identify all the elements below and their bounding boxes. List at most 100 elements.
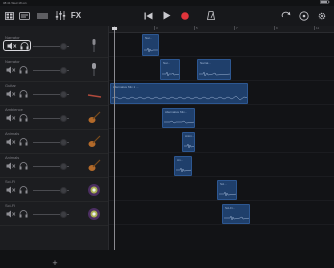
region-name: Alternative Mix 1 ... [113, 85, 139, 89]
guitar-icon [86, 134, 102, 150]
my-songs-icon[interactable] [4, 9, 14, 22]
track-header-5[interactable]: Animals [0, 154, 108, 178]
waveform [164, 120, 194, 124]
solo-headphones-icon[interactable] [19, 41, 30, 50]
solo-headphones-icon[interactable] [18, 113, 29, 122]
pan-knob[interactable] [60, 43, 67, 50]
mute-speaker-icon[interactable] [5, 65, 16, 74]
waveform [176, 167, 191, 173]
track-row-divider [109, 224, 334, 225]
solo-headphones-icon[interactable] [18, 65, 29, 74]
mute-speaker-icon[interactable] [5, 113, 16, 122]
play-icon[interactable] [162, 9, 172, 22]
synth-icon [86, 182, 102, 198]
track-row-divider [109, 56, 334, 57]
audio-region[interactable]: Alternative Mix... [162, 108, 195, 128]
region-name: Narrat... [200, 61, 211, 65]
tracks-view-icon[interactable] [36, 9, 48, 22]
guitar-icon [86, 110, 102, 126]
mixer-icon[interactable] [54, 9, 66, 22]
waveform [224, 215, 249, 221]
ruler-number: 7 [236, 26, 238, 30]
track-header-0[interactable]: Narrator [0, 34, 108, 58]
track-header-7[interactable]: Sci-Fi [0, 202, 108, 226]
audio-region[interactable]: Sci... [217, 180, 237, 200]
mute-speaker-icon[interactable] [6, 41, 17, 50]
ruler-tick [194, 26, 195, 30]
audio-region[interactable]: Sci-Fi... [222, 204, 250, 224]
fx-button[interactable]: FX [70, 9, 82, 22]
track-controls [3, 184, 31, 195]
toolbar: FX [0, 6, 334, 26]
ruler-number: 9 [276, 26, 278, 30]
waveform [112, 95, 247, 101]
audio-region[interactable]: Nar... [142, 34, 159, 56]
region-name: Sci-Fi... [225, 206, 236, 210]
mute-speaker-icon[interactable] [5, 89, 16, 98]
audio-region[interactable]: Narrat... [197, 59, 231, 80]
go-to-start-icon[interactable] [143, 9, 153, 22]
track-controls [3, 136, 31, 147]
solo-headphones-icon[interactable] [18, 161, 29, 170]
ruler-tick [314, 26, 315, 30]
track-row-divider [109, 200, 334, 201]
waveform [219, 191, 236, 197]
mute-speaker-icon[interactable] [5, 161, 16, 170]
waveform [184, 143, 194, 149]
pan-knob[interactable] [60, 67, 67, 74]
metronome-icon[interactable] [206, 9, 216, 22]
guitar-icon [86, 86, 102, 102]
waveform [144, 47, 158, 53]
solo-headphones-icon[interactable] [18, 209, 29, 218]
waveform [162, 71, 179, 77]
ruler-number: 3 [156, 26, 158, 30]
ruler-tick [234, 26, 235, 30]
mute-speaker-icon[interactable] [5, 137, 16, 146]
pan-knob[interactable] [60, 91, 67, 98]
track-controls [3, 208, 31, 219]
settings-icon[interactable] [316, 9, 327, 22]
track-row-divider [109, 152, 334, 153]
track-header-2[interactable]: Guitar [0, 82, 108, 106]
track-header-1[interactable]: Narrator [0, 58, 108, 82]
pan-knob[interactable] [60, 187, 67, 194]
track-header-6[interactable]: Sci-Fi [0, 178, 108, 202]
track-controls [3, 160, 31, 171]
region-name: Nar... [145, 36, 153, 40]
track-controls [3, 112, 31, 123]
ruler-number: 5 [196, 26, 198, 30]
ruler-number: 11 [316, 26, 320, 30]
help-icon[interactable] [298, 9, 309, 22]
audio-region[interactable]: Nar... [160, 59, 180, 80]
solo-headphones-icon[interactable] [18, 137, 29, 146]
tracks-area[interactable]: Nar... Nar... Narrat... Alternative Mix … [109, 33, 334, 250]
mute-speaker-icon[interactable] [5, 185, 16, 194]
region-name: Anim... [185, 134, 195, 138]
browser-icon[interactable] [18, 9, 30, 22]
track-row-divider [109, 128, 334, 129]
audio-region[interactable]: Anim... [182, 132, 195, 152]
loop-icon[interactable] [280, 9, 291, 22]
track-header-3[interactable]: Ambience [0, 106, 108, 130]
mute-speaker-icon[interactable] [5, 209, 16, 218]
track-row-divider [109, 176, 334, 177]
playhead-handle[interactable] [112, 27, 117, 30]
track-controls [3, 64, 31, 75]
audio-region[interactable]: An... [174, 156, 192, 176]
pan-knob[interactable] [60, 115, 67, 122]
add-track-button[interactable]: + [50, 258, 60, 268]
playhead[interactable] [114, 27, 115, 250]
record-icon[interactable] [179, 9, 191, 22]
solo-headphones-icon[interactable] [18, 89, 29, 98]
timeline-ruler[interactable]: 1 3 5 7 9 11 [109, 26, 334, 33]
track-header-list: Narrator Narrator Guitar Ambience Animal… [0, 26, 109, 268]
solo-headphones-icon[interactable] [18, 185, 29, 194]
pan-knob[interactable] [60, 139, 67, 146]
ruler-tick [274, 26, 275, 30]
track-header-4[interactable]: Animals [0, 130, 108, 154]
pan-knob[interactable] [60, 163, 67, 170]
audio-region[interactable]: Alternative Mix 1 ... [110, 83, 248, 104]
waveform [199, 71, 230, 77]
pan-knob[interactable] [60, 211, 67, 218]
status-time: 08:41 [3, 1, 11, 5]
